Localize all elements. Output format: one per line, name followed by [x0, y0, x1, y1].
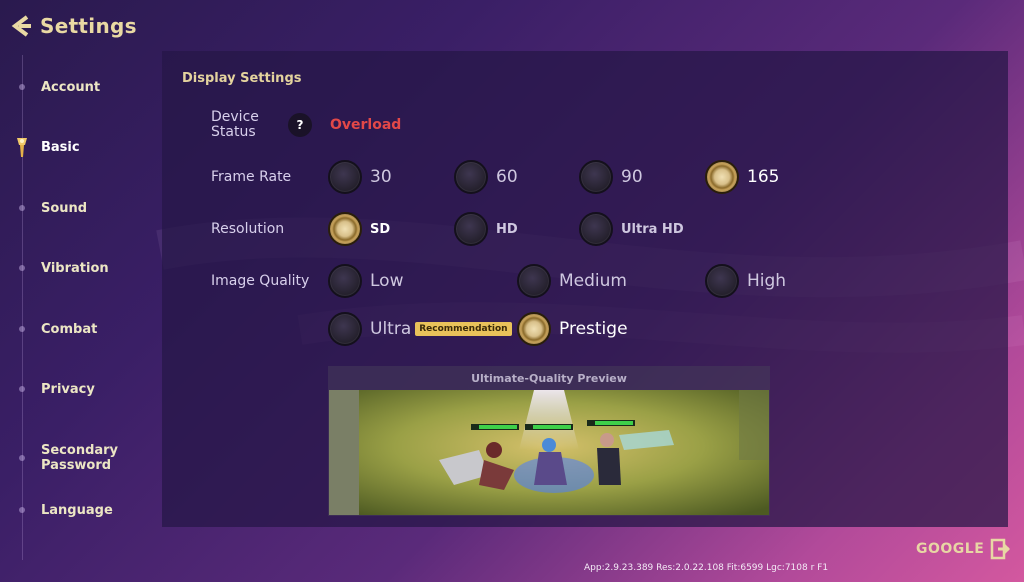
page-title: Settings — [40, 14, 137, 38]
sidebar-item-basic[interactable]: Basic — [0, 127, 160, 167]
option-label: Low — [370, 271, 404, 291]
dot-icon — [19, 455, 25, 461]
option-label: HD — [496, 221, 518, 237]
option-label: 90 — [621, 167, 643, 187]
image-quality-option-low[interactable]: Low — [328, 264, 403, 298]
section-title: Display Settings — [182, 71, 302, 86]
preview-image — [329, 390, 769, 515]
option-label: 60 — [496, 167, 518, 187]
option-label: Ultra — [370, 319, 412, 339]
image-quality-option-prestige[interactable]: Prestige — [517, 312, 628, 346]
device-status-label: Device Status — [211, 109, 259, 140]
version-info: App:2.9.23.389 Res:2.0.22.108 Fit:6599 L… — [584, 563, 829, 573]
logout-icon — [991, 538, 1011, 560]
resolution-option-sd[interactable]: SD — [328, 212, 390, 246]
sidebar-item-label: Secondary Password — [41, 443, 119, 473]
resolution-label: Resolution — [211, 221, 285, 237]
radio-icon — [705, 264, 739, 298]
image-quality-option-high[interactable]: High — [705, 264, 786, 298]
frame-rate-option-30[interactable]: 30 — [328, 160, 392, 194]
radio-selected-icon — [517, 312, 551, 346]
dot-icon — [19, 326, 25, 332]
image-quality-option-ultra[interactable]: Ultra Recommendation — [328, 312, 512, 346]
sidebar-item-sound[interactable]: Sound — [0, 188, 160, 228]
recommendation-badge: Recommendation — [415, 322, 512, 336]
sidebar-item-secondary-password[interactable]: Secondary Password — [0, 438, 160, 478]
option-label: 30 — [370, 167, 392, 187]
preview-title: Ultimate-Quality Preview — [471, 372, 627, 385]
option-label: Prestige — [559, 319, 628, 339]
health-bar-1 — [471, 424, 519, 430]
frame-rate-option-90[interactable]: 90 — [579, 160, 643, 194]
radio-icon — [579, 212, 613, 246]
sidebar-item-combat[interactable]: Combat — [0, 309, 160, 349]
sidebar-item-label: Privacy — [41, 381, 95, 397]
sidebar-item-label: Language — [41, 502, 113, 518]
radio-icon — [328, 264, 362, 298]
frame-rate-option-165[interactable]: 165 — [705, 160, 779, 194]
torch-icon — [17, 138, 27, 157]
dot-icon — [19, 84, 25, 90]
sidebar-item-label: Vibration — [41, 260, 109, 276]
sidebar: Account Basic Sound Vibration Combat Pri… — [0, 55, 160, 565]
back-button[interactable] — [8, 13, 34, 39]
dot-icon — [19, 507, 25, 513]
sidebar-item-privacy[interactable]: Privacy — [0, 369, 160, 409]
radio-selected-icon — [328, 212, 362, 246]
radio-icon — [454, 160, 488, 194]
google-logout-button[interactable]: GOOGLE — [916, 538, 1012, 560]
resolution-option-ultra-hd[interactable]: Ultra HD — [579, 212, 684, 246]
option-label: SD — [370, 221, 391, 237]
radio-selected-icon — [705, 160, 739, 194]
radio-icon — [454, 212, 488, 246]
sidebar-item-label: Account — [41, 79, 101, 95]
dot-icon — [19, 386, 25, 392]
device-status-value: Overload — [330, 117, 402, 133]
dot-icon — [19, 205, 25, 211]
radio-icon — [579, 160, 613, 194]
help-button[interactable]: ? — [288, 113, 312, 137]
health-bar-3 — [587, 420, 635, 426]
option-label: Medium — [559, 271, 627, 291]
option-label: Ultra HD — [621, 221, 684, 237]
frame-rate-label: Frame Rate — [211, 169, 292, 185]
sidebar-item-language[interactable]: Language — [0, 490, 160, 530]
sidebar-item-label: Basic — [41, 139, 80, 155]
display-settings-panel: Display Settings Device Status ? Overloa… — [162, 51, 1008, 527]
image-quality-label: Image Quality — [211, 273, 310, 289]
radio-icon — [328, 160, 362, 194]
option-label: 165 — [747, 167, 780, 187]
sidebar-item-label: Sound — [41, 200, 88, 216]
radio-icon — [328, 312, 362, 346]
sidebar-item-account[interactable]: Account — [0, 67, 160, 107]
quality-preview: Ultimate-Quality Preview — [328, 366, 770, 516]
dot-icon — [19, 265, 25, 271]
option-label: High — [747, 271, 787, 291]
image-quality-option-medium[interactable]: Medium — [517, 264, 627, 298]
frame-rate-option-60[interactable]: 60 — [454, 160, 518, 194]
account-provider-label: GOOGLE — [916, 541, 985, 557]
health-bar-2 — [525, 424, 573, 430]
radio-icon — [517, 264, 551, 298]
sidebar-item-label: Combat — [41, 321, 98, 337]
back-arrow-icon — [11, 15, 31, 37]
sidebar-item-vibration[interactable]: Vibration — [0, 248, 160, 288]
header: Settings — [8, 10, 137, 42]
resolution-option-hd[interactable]: HD — [454, 212, 518, 246]
